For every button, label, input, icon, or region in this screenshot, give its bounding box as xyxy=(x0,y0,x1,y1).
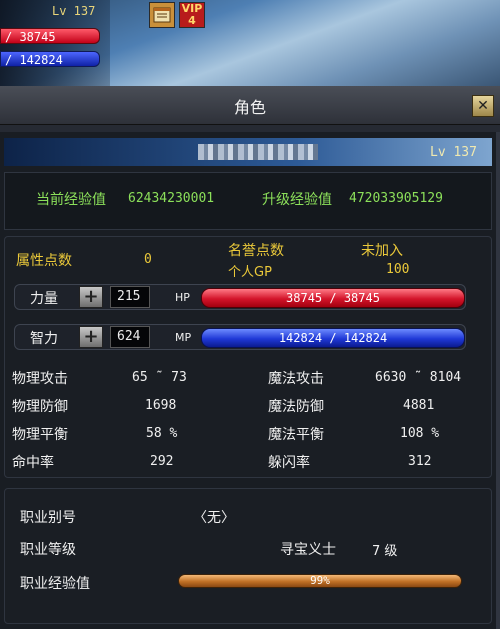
next-exp-label: 升级经验值 xyxy=(262,192,332,208)
personal-gp-label: 个人GP xyxy=(228,265,272,280)
magic-defense-label: 魔法防御 xyxy=(268,399,324,415)
magic-attack-label: 魔法攻击 xyxy=(268,371,324,387)
plus-icon: + xyxy=(83,326,99,347)
strength-value: 215 xyxy=(110,286,150,308)
magic-balance-label: 魔法平衡 xyxy=(268,427,324,443)
job-panel xyxy=(4,488,492,624)
intellect-label: 智力 xyxy=(30,331,58,347)
strength-label: 力量 xyxy=(30,291,58,307)
job-exp-text: 99% xyxy=(310,574,330,587)
hit-rate-label: 命中率 xyxy=(12,455,54,471)
hp-bar: 38745 / 38745 xyxy=(201,288,465,308)
dodge-rate-label: 躲闪率 xyxy=(268,455,310,471)
magic-attack-value: 6630 ˜ 8104 xyxy=(375,370,462,385)
physical-defense-value: 1698 xyxy=(145,398,177,413)
physical-balance-value: 58 % xyxy=(146,426,178,441)
job-class-name: 寻宝义士 xyxy=(280,542,336,558)
close-icon: ✕ xyxy=(477,98,489,114)
stat-points-value: 0 xyxy=(144,252,152,267)
hud-level: Lv 137 xyxy=(52,4,96,18)
physical-attack-label: 物理攻击 xyxy=(12,371,68,387)
intellect-value: 624 xyxy=(110,326,150,348)
close-button[interactable]: ✕ xyxy=(472,95,494,117)
add-intellect-button[interactable]: + xyxy=(79,326,103,348)
magic-balance-value: 108 % xyxy=(400,426,440,441)
dodge-rate-value: 312 xyxy=(408,454,432,469)
hit-rate-value: 292 xyxy=(150,454,174,469)
honor-points-value: 未加入 xyxy=(361,243,403,259)
mp-bar: 142824 / 142824 xyxy=(201,328,465,348)
mp-label: MP xyxy=(175,331,192,344)
honor-points-label: 名誉点数 xyxy=(228,243,284,259)
job-level-label: 职业等级 xyxy=(20,542,76,558)
current-exp-label: 当前经验值 xyxy=(36,192,106,208)
character-level: Lv 137 xyxy=(430,145,477,160)
window-title: 角色 xyxy=(233,98,266,117)
vip-icon[interactable]: VIP 4 xyxy=(179,2,205,28)
physical-defense-label: 物理防御 xyxy=(12,399,68,415)
scroll-icon[interactable] xyxy=(149,2,175,28)
job-alias-label: 职业别号 xyxy=(20,510,76,526)
magic-defense-value: 4881 xyxy=(403,398,435,413)
job-alias-value: 〈无〉 xyxy=(193,510,235,526)
vip-level: 4 xyxy=(188,14,196,27)
add-strength-button[interactable]: + xyxy=(79,286,103,308)
job-exp-label: 职业经验值 xyxy=(20,576,90,592)
current-exp-value: 62434230001 xyxy=(128,191,215,206)
next-exp-value: 472033905129 xyxy=(349,191,443,206)
personal-gp-value: 100 xyxy=(386,262,410,277)
mp-bar-text: 142824 / 142824 xyxy=(278,331,388,345)
hud-hp-bar: / 38745 xyxy=(0,28,100,44)
job-class-level: 7 级 xyxy=(372,544,398,559)
scroll-icon-glyph xyxy=(153,7,171,23)
job-exp-bar: 99% xyxy=(178,574,462,588)
physical-balance-label: 物理平衡 xyxy=(12,427,68,443)
stat-points-label: 属性点数 xyxy=(16,253,72,269)
character-name-obscured xyxy=(198,144,318,160)
hud-mp-bar: / 142824 xyxy=(0,51,100,67)
plus-icon: + xyxy=(83,286,99,307)
hp-label: HP xyxy=(175,291,190,304)
hp-bar-text: 38745 / 38745 xyxy=(286,291,380,305)
physical-attack-value: 65 ˜ 73 xyxy=(132,370,187,385)
